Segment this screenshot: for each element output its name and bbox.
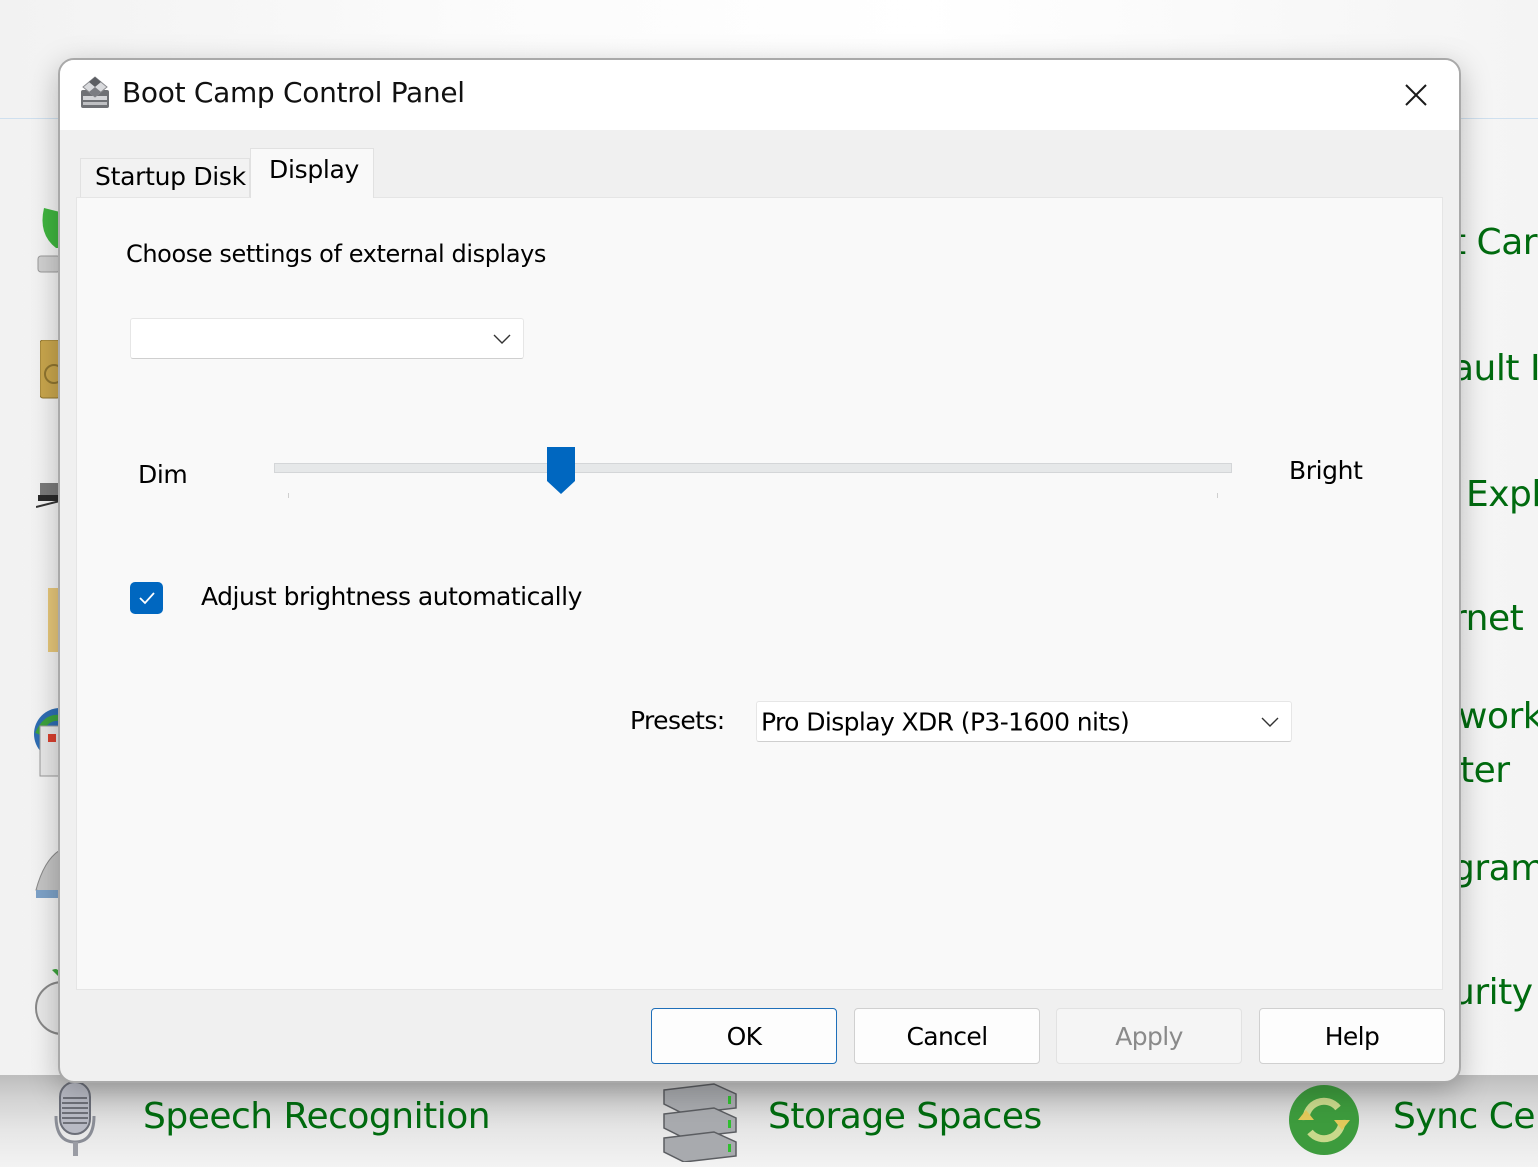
ok-button[interactable]: OK [651,1008,837,1064]
dim-label: Dim [138,460,188,489]
safe-icon[interactable] [40,340,60,400]
bg-item-programs[interactable]: gram [1452,848,1538,889]
tab-startup-disk[interactable]: Startup Disk [80,158,250,198]
boot-camp-bg-icon[interactable] [36,204,60,276]
auto-brightness-label[interactable]: Adjust brightness automatically [201,582,582,611]
bg-item-boot-camp[interactable]: t Car [1452,222,1538,263]
chevron-down-icon [493,334,511,344]
chevron-down-icon [1261,717,1279,727]
printer-icon[interactable] [36,475,60,515]
cancel-button[interactable]: Cancel [854,1008,1040,1064]
presets-select[interactable]: Pro Display XDR (P3-1600 nits) [756,701,1292,742]
bright-label: Bright [1289,456,1363,485]
bg-item-network[interactable]: work [1458,696,1538,737]
dialog-title: Boot Camp Control Panel [122,76,465,109]
bg-item-sync-center[interactable]: Sync Cer [1393,1096,1538,1137]
presets-label: Presets: [630,706,725,735]
presets-value: Pro Display XDR (P3-1600 nits) [761,707,1130,736]
bg-item-file-explorer[interactable]: Expl [1466,474,1538,515]
display-tab-panel: Choose settings of external displays Dim… [76,197,1443,990]
apply-button[interactable]: Apply [1056,1008,1242,1064]
slider-track[interactable] [274,463,1232,473]
bg-item-security[interactable]: urity [1452,972,1533,1013]
external-display-select[interactable] [130,318,524,359]
external-displays-heading: Choose settings of external displays [126,240,547,268]
phone-modem-icon[interactable] [34,850,60,902]
bg-item-internet-options[interactable]: rnet [1452,598,1524,639]
auto-brightness-checkbox[interactable] [130,582,163,614]
slider-tick-min [288,493,289,498]
bg-item-default-programs[interactable]: ault I [1452,348,1538,389]
internet-options-icon[interactable] [34,704,60,780]
checkmark-icon [138,592,155,605]
help-button[interactable]: Help [1259,1008,1445,1064]
clock-icon[interactable] [32,964,60,1036]
bg-item-network-center[interactable]: ter [1460,750,1510,791]
boot-camp-dialog: Boot Camp Control Panel Startup Disk Dis… [58,58,1461,1083]
close-icon [1405,84,1427,106]
storage-spaces-icon[interactable] [658,1080,740,1162]
slider-thumb[interactable] [546,447,576,495]
brightness-slider[interactable] [274,443,1232,503]
bg-item-storage-spaces[interactable]: Storage Spaces [768,1096,1042,1137]
bg-item-speech-recognition[interactable]: Speech Recognition [143,1096,491,1137]
boot-camp-icon [81,76,109,108]
slider-tick-max [1217,493,1218,498]
tab-display[interactable]: Display [250,148,374,198]
sync-center-icon[interactable] [1288,1084,1360,1156]
close-button[interactable] [1373,60,1459,130]
microphone-icon[interactable] [52,1080,98,1160]
title-bar[interactable]: Boot Camp Control Panel [60,60,1459,130]
